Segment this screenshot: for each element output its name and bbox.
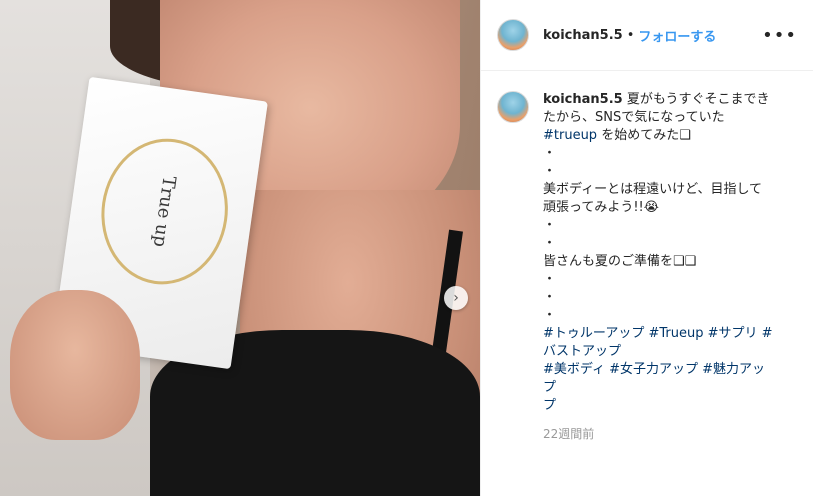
post-sidebar: koichan5.5 • フォローする ••• koichan5.5 夏がもうす…: [480, 0, 813, 496]
follow-button[interactable]: フォローする: [638, 26, 716, 45]
caption-dot: ・: [543, 308, 557, 323]
caption-body: koichan5.5 夏がもうすぐそこまでき たから、SNSで気になっていた #…: [543, 91, 773, 415]
caption-text: 皆さんも夏のご準備を❑❑: [543, 254, 697, 269]
caption-avatar[interactable]: [497, 91, 529, 123]
caption-dot: ・: [543, 236, 557, 251]
hashtag-link[interactable]: #trueup: [543, 128, 597, 143]
post-timestamp[interactable]: 22週間前: [543, 425, 813, 442]
hashtag-link[interactable]: プ: [543, 397, 773, 415]
pouch-label: True up: [92, 130, 238, 293]
caption-dot: ・: [543, 218, 557, 233]
avatar[interactable]: [497, 19, 529, 51]
hashtag-link[interactable]: #美ボディ #女子力アップ #魅力アップ: [543, 361, 773, 397]
hashtag-link[interactable]: #トゥルーアップ #Trueup #サプリ #: [543, 325, 773, 343]
separator-dot: •: [626, 27, 635, 43]
caption: koichan5.5 夏がもうすぐそこまでき たから、SNSで気になっていた #…: [481, 71, 813, 415]
caption-dot: ・: [543, 290, 557, 305]
username-link[interactable]: koichan5.5: [543, 28, 623, 43]
caption-text: たから、SNSで気になっていた: [543, 110, 725, 125]
post-photo[interactable]: True up ›: [0, 0, 480, 496]
more-options-icon[interactable]: •••: [762, 25, 797, 46]
caption-dot: ・: [543, 272, 557, 287]
caption-text: 頑張ってみよう!!😭: [543, 200, 659, 215]
caption-text: 美ボディーとは程遠いけど、目指して: [543, 182, 763, 197]
post-header: koichan5.5 • フォローする •••: [481, 0, 813, 71]
caption-username[interactable]: koichan5.5: [543, 92, 623, 107]
caption-dot: ・: [543, 164, 557, 179]
hand: [10, 290, 140, 440]
caption-dot: ・: [543, 146, 557, 161]
caption-text: 夏がもうすぐそこまでき: [626, 92, 770, 107]
next-arrow-icon[interactable]: ›: [444, 286, 468, 310]
instagram-post: True up › koichan5.5 • フォローする ••• koicha…: [0, 0, 813, 496]
caption-text: を始めてみた❑: [597, 128, 691, 143]
hashtag-link[interactable]: バストアップ: [543, 343, 773, 361]
